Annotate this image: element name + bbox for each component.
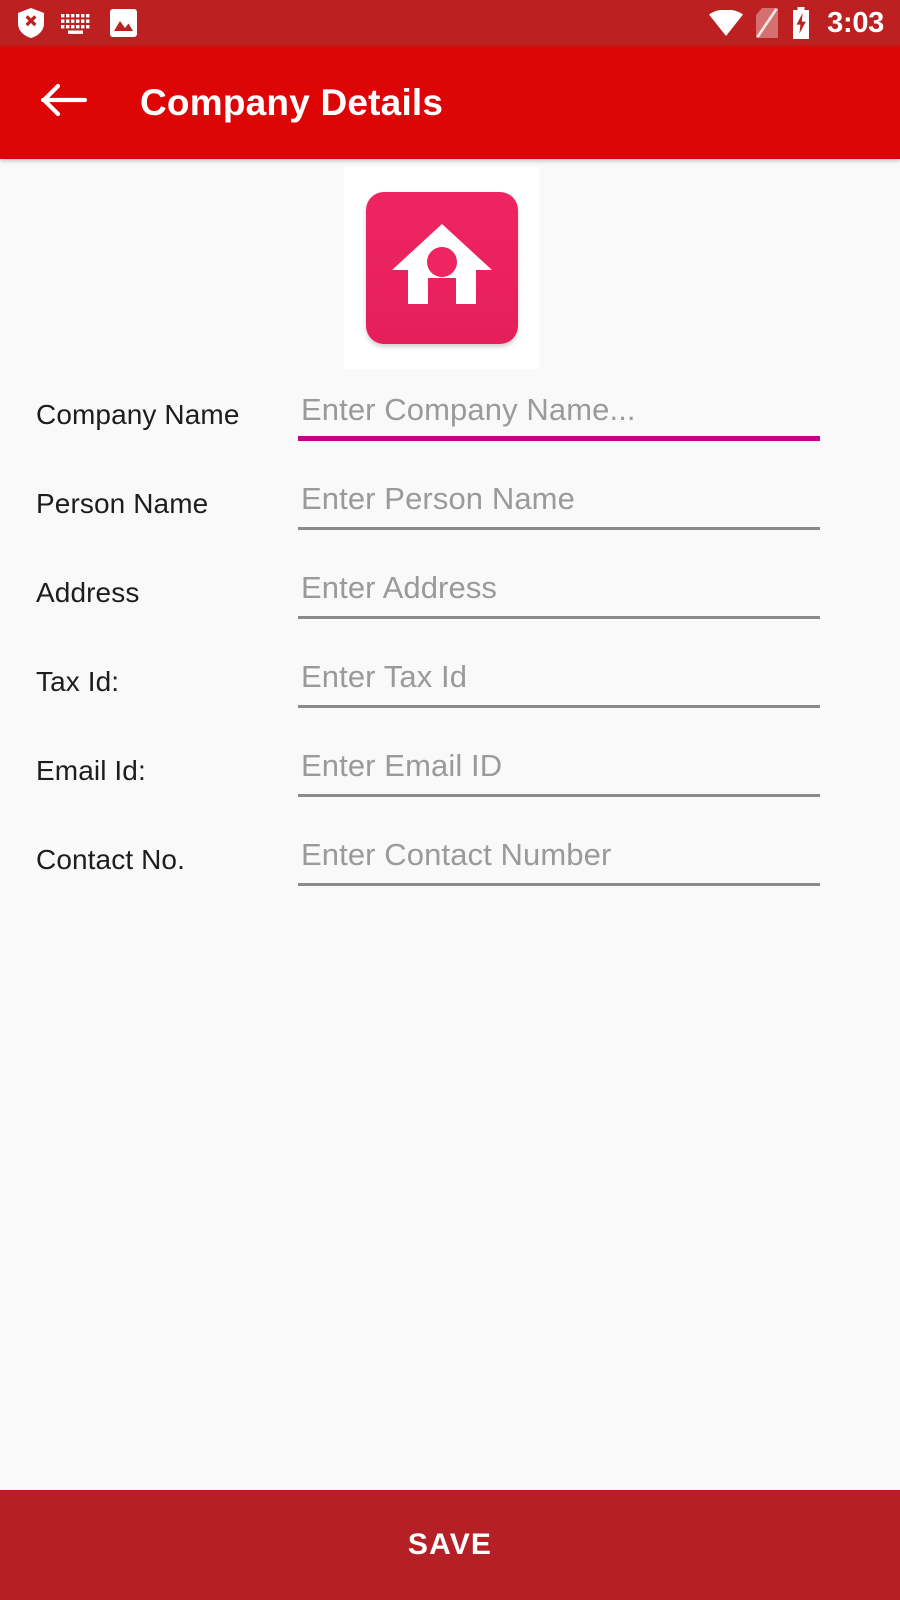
field-row-address: Address [0,562,900,651]
label-email-id: Email Id: [36,755,146,786]
input-wrap-person-name [298,473,820,530]
status-bar-clock: 3:03 [827,6,884,39]
no-sim-icon [756,8,779,38]
email-id-input[interactable] [298,740,820,797]
input-wrap-email-id [298,740,820,797]
label-contact-no: Contact No. [36,844,185,875]
underline-person-name [298,527,820,530]
company-name-input[interactable] [298,384,820,441]
underline-company-name [298,436,820,441]
page-title: Company Details [140,81,444,123]
field-row-tax-id: Tax Id: [0,651,900,740]
tax-id-input[interactable] [298,651,820,708]
company-logo-tile [365,192,518,344]
input-wrap-tax-id [298,651,820,708]
underline-contact-no [298,883,820,886]
label-person-name: Person Name [36,488,209,519]
underline-tax-id [298,705,820,708]
back-button[interactable] [36,75,92,131]
input-wrap-contact-no [298,829,820,886]
arrow-left-icon [40,83,88,122]
content-area: Company Name Person Name Address [0,159,900,1490]
company-details-screen: 3:03 Company Details Company Name Enter … [0,0,900,1600]
underline-address [298,616,820,619]
image-icon [110,9,137,37]
input-wrap-address [298,562,820,619]
home-icon [390,220,494,317]
label-company-name: Company Name [36,399,240,430]
underline-email-id [298,794,820,797]
battery-charging-icon [791,7,811,39]
label-tax-id: Tax Id: [36,666,120,697]
field-row-person-name: Person Name [0,473,900,562]
input-wrap-company-name [298,384,820,441]
company-logo-frame[interactable] [344,167,539,369]
company-details-form: Company Name Person Name Address [0,384,900,918]
field-row-contact-no: Contact No. [0,829,900,918]
status-bar-left-icons [18,8,137,38]
app-bar: Company Details [0,46,900,159]
wifi-icon [709,9,744,36]
field-row-email-id: Email Id: [0,740,900,829]
shield-x-icon [18,8,44,38]
status-bar-right-icons: 3:03 [709,7,884,39]
person-name-input[interactable] [298,473,820,530]
address-input[interactable] [298,562,820,619]
keyboard-icon [61,11,93,35]
status-bar: 3:03 [0,0,900,46]
save-button[interactable]: SAVE [0,1490,900,1600]
field-row-company-name: Company Name [0,384,900,473]
contact-no-input[interactable] [298,829,820,886]
save-button-label: SAVE [407,1528,493,1561]
label-address: Address [36,577,140,608]
